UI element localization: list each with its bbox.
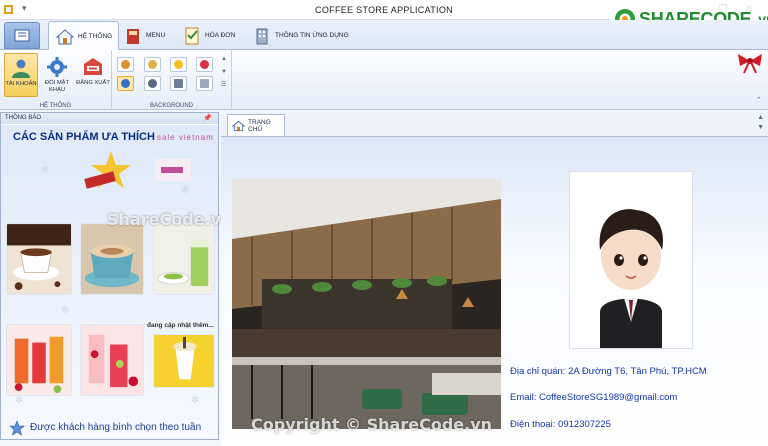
menu-book-icon	[127, 28, 139, 44]
ribbon-collapse-icon[interactable]: ⌃	[756, 96, 762, 104]
cappuccino-image	[80, 223, 144, 295]
system-group-label: HỆ THỐNG	[39, 103, 72, 109]
tab-label: HÓA ĐƠN	[205, 32, 236, 39]
updating-more-label: đang cập nhật thêm...	[147, 322, 214, 329]
background-swatch-selected[interactable]	[117, 76, 134, 91]
background-swatch[interactable]	[196, 76, 213, 91]
hot-chocolate-image	[6, 223, 72, 295]
tab-label: HỆ THỐNG	[78, 33, 113, 40]
gallery-scroll-up-icon[interactable]: ▲	[221, 56, 227, 62]
cafe-interior-photo	[232, 179, 501, 429]
building-icon	[256, 28, 268, 44]
snowflake-icon: ✻	[191, 395, 200, 406]
background-swatch[interactable]	[144, 76, 161, 91]
application-menu-button[interactable]	[4, 22, 40, 49]
ice-cream-cup-image	[153, 334, 215, 388]
gear-icon	[47, 57, 67, 77]
change-password-label: ĐỔI MẬT KHẨU	[44, 80, 70, 93]
home-icon	[232, 120, 246, 131]
email-text: Email: CoffeeStoreSG1989@gmail.com	[510, 392, 678, 403]
sale-star-image	[84, 151, 131, 189]
background-group: ▲ ▼ ☰ BACKGROUND	[112, 50, 232, 110]
tab-label: MENU	[146, 32, 166, 39]
account-button[interactable]: TÀI KHOẢN	[4, 53, 38, 97]
snowflake-icon: ✻	[15, 395, 24, 406]
star-icon	[9, 420, 25, 436]
document-area: TRANG CHỦ ▲ ▼ Địa chỉ quán: 2A Đường T6,…	[221, 112, 768, 446]
tab-he-thong[interactable]: HỆ THỐNG	[48, 21, 120, 51]
sale-tag-image	[155, 159, 191, 181]
favorites-title-text: CÁC SẢN PHẨM ƯA THÍCH	[13, 131, 155, 143]
logout-button[interactable]: ĐĂNG XUẤT	[76, 53, 110, 97]
panel-body: ✻ ✻ ✻ ✻ ✻ ✻ CÁC SẢN PHẨM ƯA THÍCHsale vi…	[1, 125, 218, 439]
favorites-title: CÁC SẢN PHẨM ƯA THÍCH sale vietnam	[13, 131, 214, 143]
system-group: TÀI KHOẢN ĐỔI MẬT KHẨU ĐĂNG XUẤT HỆ THỐN…	[0, 50, 112, 110]
background-swatch[interactable]	[144, 57, 161, 72]
matcha-latte-image	[153, 223, 215, 295]
background-swatch[interactable]	[170, 76, 187, 91]
logout-label: ĐĂNG XUẤT	[76, 80, 110, 86]
user-icon	[12, 59, 30, 78]
home-page: Địa chỉ quán: 2A Đường T6, Tân Phú, TP.H…	[221, 136, 768, 446]
panel-header: THÔNG BÁO 📌	[1, 113, 218, 124]
tab-thong-tin-ung-dung[interactable]: THÔNG TIN ỨNG DỤNG	[246, 21, 355, 50]
background-swatch[interactable]	[117, 57, 134, 72]
watermark-center: ShareCode.vn	[107, 210, 233, 229]
tab-menu[interactable]: MENU	[117, 21, 171, 50]
document-scroll-up-icon[interactable]: ▲	[757, 114, 764, 121]
background-swatch[interactable]	[170, 57, 187, 72]
fruit-juice-image	[6, 324, 72, 396]
snowflake-icon: ✻	[41, 165, 50, 176]
watermark-copyright: Copyright © ShareCode.vn	[251, 415, 493, 434]
gallery-scroll-down-icon[interactable]: ▼	[221, 69, 227, 75]
address-text: Địa chỉ quán: 2A Đường T6, Tân Phú, TP.H…	[510, 366, 707, 377]
change-password-button[interactable]: ĐỔI MẬT KHẨU	[40, 53, 74, 97]
home-icon	[55, 28, 75, 44]
ribbon-bow-icon	[738, 54, 762, 74]
berry-soda-image	[80, 324, 144, 396]
weekly-vote-label: Được khách hàng bình chọn theo tuần	[30, 422, 202, 433]
gallery-expand-icon[interactable]: ☰	[221, 81, 226, 88]
document-scroll-down-icon[interactable]: ▼	[757, 124, 764, 131]
tab-trang-chu[interactable]: TRANG CHỦ	[227, 114, 285, 136]
snowflake-icon: ✻	[61, 305, 70, 316]
ribbon-panel: TÀI KHOẢN ĐỔI MẬT KHẨU ĐĂNG XUẤT HỆ THỐN…	[0, 50, 768, 110]
pin-icon[interactable]: 📌	[203, 114, 212, 122]
tab-trang-chu-label: TRANG CHỦ	[248, 118, 271, 133]
background-swatch[interactable]	[196, 57, 213, 72]
ribbon-tab-bar: HỆ THỐNG MENU HÓA ĐƠN THÔNG TIN ỨNG DỤNG	[0, 20, 768, 51]
tab-label: THÔNG TIN ỨNG DỤNG	[275, 32, 349, 39]
favorites-marquee: sale vietnam	[156, 133, 214, 142]
owner-avatar-frame	[569, 171, 693, 349]
phone-text: Điện thoại: 0912307225	[510, 419, 611, 430]
account-label: TÀI KHOẢN	[5, 81, 37, 87]
background-group-label: BACKGROUND	[149, 103, 193, 109]
invoice-icon	[185, 27, 199, 44]
tab-hoa-don[interactable]: HÓA ĐƠN	[176, 21, 242, 50]
panel-title: THÔNG BÁO	[5, 115, 42, 121]
avatar	[599, 209, 663, 348]
app-menu-icon	[14, 29, 30, 42]
logout-icon	[84, 58, 102, 75]
notification-panel: THÔNG BÁO 📌 ✻ ✻ ✻ ✻ ✻ ✻ CÁC SẢN PHẨM ƯA …	[0, 112, 232, 440]
